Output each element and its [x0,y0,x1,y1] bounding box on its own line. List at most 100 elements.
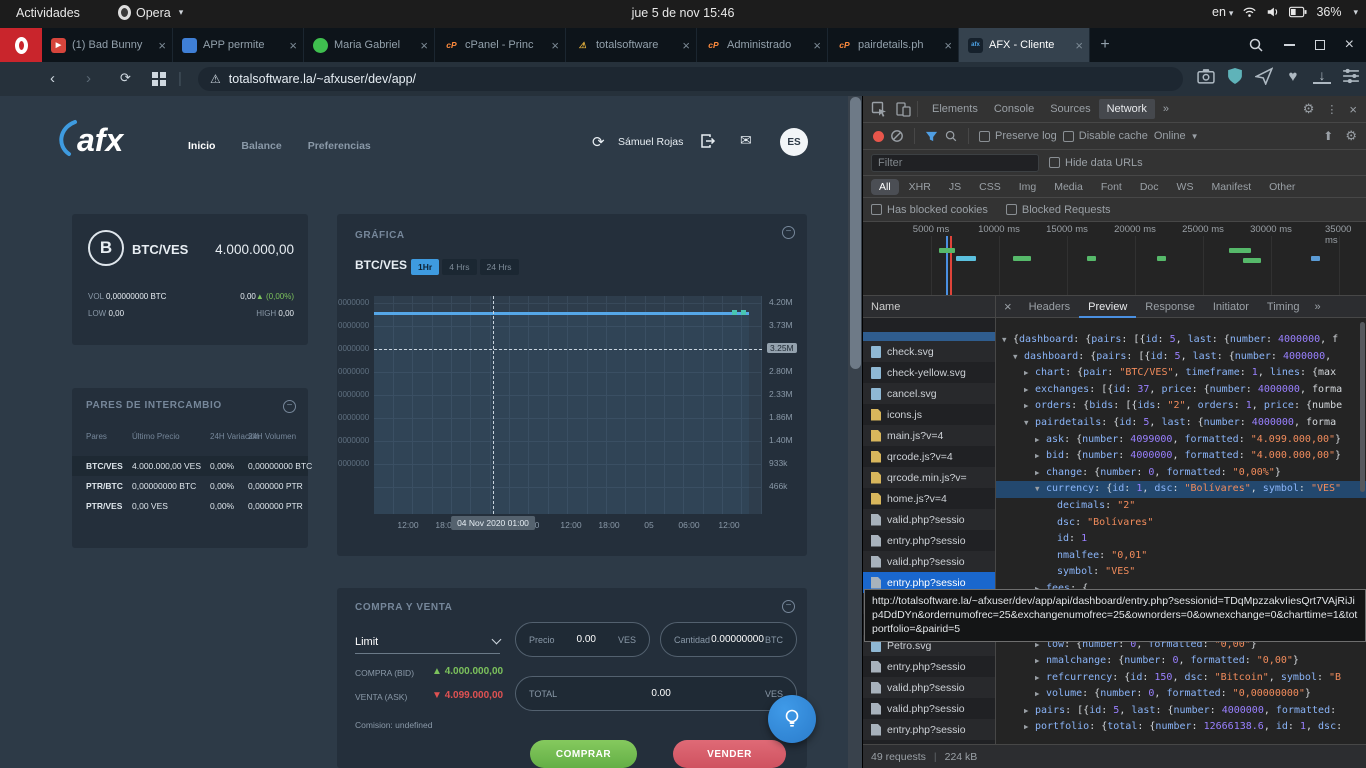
reload-button[interactable]: ⟳ [120,70,131,86]
browser-tab[interactable]: ⚠totalsoftware× [566,28,697,62]
devtools-tab-console[interactable]: Console [986,99,1042,119]
filter-pill-manifest[interactable]: Manifest [1203,179,1259,195]
window-close-button[interactable]: × [1345,40,1354,50]
network-timeline-overview[interactable]: 5000 ms10000 ms15000 ms20000 ms25000 ms3… [863,222,1366,296]
help-lightbulb-button[interactable] [768,695,816,743]
network-request-row[interactable]: cancel.svg [863,383,995,404]
network-request-row[interactable]: valid.php?sessio [863,698,995,719]
keyboard-layout-indicator[interactable]: en▾ [1212,5,1233,19]
pairs-row[interactable]: PTR/BTC0,00000000 BTC0,00%0,000000 PTR [72,476,308,496]
ask-value[interactable]: ▼ 4.099.000,00 [432,690,503,701]
filter-pill-font[interactable]: Font [1093,179,1130,195]
tab-close-icon[interactable]: × [551,38,559,53]
opera-main-menu-button[interactable] [0,28,42,62]
vpn-shield-icon[interactable] [1226,67,1244,85]
timeframe-tab[interactable]: 1Hr [411,259,439,275]
network-request-row[interactable]: icons.js [863,404,995,425]
tab-close-icon[interactable]: × [289,38,297,53]
network-request-row[interactable]: main.js?v=4 [863,425,995,446]
browser-tab[interactable]: APP permite× [173,28,304,62]
devtools-close-icon[interactable]: × [1349,102,1357,117]
browser-tab[interactable]: cPpairdetails.ph× [828,28,959,62]
detail-tab-response[interactable]: Response [1136,296,1204,318]
clear-network-log-icon[interactable] [890,129,904,143]
pairs-row[interactable]: BTC/VES4.000.000,00 VES0,00%0,00000000 B… [72,456,308,476]
devtools-tab-network[interactable]: Network [1099,99,1155,119]
browser-tab[interactable]: afxAFX - Cliente× [959,28,1090,62]
json-tree-line[interactable]: decimals: "2" [996,498,1366,515]
checkbox-has-blocked-cookies[interactable]: Has blocked cookies [871,204,988,216]
nav-item-balance[interactable]: Balance [241,140,281,152]
tab-close-icon[interactable]: × [944,38,952,53]
logout-icon[interactable] [700,133,716,149]
more-detail-tabs-icon[interactable]: » [1309,301,1327,313]
more-panels-icon[interactable]: » [1157,103,1175,115]
json-tree-line[interactable]: ▶chart: {pair: "BTC/VES", timeframe: 1, … [996,365,1366,382]
system-menu-caret-icon[interactable]: ▾ [1353,7,1358,18]
opera-menu-button[interactable]: Opera ▾ [118,5,183,20]
window-maximize-button[interactable] [1315,40,1325,50]
tab-close-icon[interactable]: × [420,38,428,53]
json-tree-line[interactable]: ▶nmalchange: {number: 0, formatted: "0,0… [996,653,1366,670]
json-tree-line[interactable]: ▶bid: {number: 4000000, formatted: "4.00… [996,448,1366,465]
json-tree-line[interactable]: dsc: "Bolívares" [996,515,1366,532]
filter-pill-ws[interactable]: WS [1169,179,1202,195]
app-scrollbar[interactable] [848,96,862,768]
json-tree-line[interactable]: ▶portfolio: {total: {number: 12666138.6,… [996,719,1366,736]
json-tree-line[interactable]: ▼dashboard: {pairs: [{id: 5, last: {numb… [996,349,1366,366]
buy-button[interactable]: COMPRAR [530,740,637,768]
hide-data-urls-checkbox[interactable]: Hide data URLs [1049,157,1143,169]
json-tree-line[interactable]: ▼{dashboard: {pairs: [{id: 5, last: {num… [996,332,1366,349]
detail-tab-timing[interactable]: Timing [1258,296,1309,318]
tab-close-icon[interactable]: × [813,38,821,53]
network-request-row[interactable]: check.svg [863,341,995,362]
browser-tab[interactable]: cPcPanel - Princ× [435,28,566,62]
detail-tab-initiator[interactable]: Initiator [1204,296,1258,318]
network-request-row[interactable]: home.js?v=4 [863,488,995,509]
network-settings-gear-icon[interactable]: ⚙ [1345,128,1357,144]
bid-value[interactable]: ▲ 4.000.000,00 [432,666,503,677]
network-filter-input[interactable] [871,154,1039,172]
import-har-icon[interactable]: ⬆ [1323,129,1333,143]
filter-funnel-icon[interactable] [925,130,938,143]
activities-button[interactable]: Actividades [16,6,80,20]
network-request-row[interactable]: valid.php?sessio [863,509,995,530]
filter-pill-all[interactable]: All [871,179,899,195]
search-icon[interactable] [1248,37,1264,53]
json-tree-line[interactable]: ▼currency: {id: 1, dsc: "Bolívares", sym… [996,481,1366,498]
collapse-panel-icon[interactable]: − [283,400,296,413]
throttling-select[interactable]: Online▼ [1154,130,1199,142]
timeframe-tab[interactable]: 4 Hrs [442,259,476,275]
name-column-header[interactable]: Name [863,296,995,318]
detail-tab-headers[interactable]: Headers [1020,296,1080,318]
timeframe-tab[interactable]: 24 Hrs [480,259,519,275]
json-tree-line[interactable]: symbol: "VES" [996,564,1366,581]
total-field[interactable]: TOTAL 0.00 VES [515,676,797,711]
device-toolbar-icon[interactable] [895,102,911,117]
network-request-row[interactable]: qrcode.js?v=4 [863,446,995,467]
address-bar[interactable]: ⚠ totalsoftware.la/~afxuser/dev/app/ [198,67,1183,91]
scrollbar-thumb[interactable] [850,97,861,369]
pairs-row[interactable]: PTR/VES0,00 VES0,00%0,000000 PTR [72,496,308,516]
json-tree-line[interactable]: nmalfee: "0,01" [996,548,1366,565]
network-request-row[interactable]: entry.php?sessio [863,719,995,740]
devtools-kebab-menu-icon[interactable]: ⋮ [1326,103,1337,116]
filter-pill-media[interactable]: Media [1046,179,1091,195]
detail-tab-preview[interactable]: Preview [1079,296,1136,318]
checkbox-blocked-requests[interactable]: Blocked Requests [1006,204,1111,216]
json-tree-line[interactable]: ▶volume: {number: 0, formatted: "0,00000… [996,686,1366,703]
preserve-log-checkbox[interactable]: Preserve log [979,130,1057,142]
browser-tab[interactable]: cPAdministrado× [697,28,828,62]
mail-icon[interactable]: ✉ [740,132,752,149]
sidebar-settings-icon[interactable] [1342,67,1360,85]
preview-scrollbar-thumb[interactable] [1360,322,1365,492]
browser-tab[interactable]: Maria Gabriel× [304,28,435,62]
disable-cache-checkbox[interactable]: Disable cache [1063,130,1148,142]
filter-pill-other[interactable]: Other [1261,179,1303,195]
browser-tab[interactable]: ▶(1) Bad Bunny× [42,28,173,62]
network-request-row[interactable]: valid.php?sessio [863,551,995,572]
json-tree-line[interactable]: ▶change: {number: 0, formatted: "0,00%"} [996,465,1366,482]
sell-button[interactable]: VENDER [673,740,786,768]
json-tree-line[interactable]: ▶ask: {number: 4099000, formatted: "4.09… [996,432,1366,449]
price-chart-plot[interactable] [374,296,762,514]
